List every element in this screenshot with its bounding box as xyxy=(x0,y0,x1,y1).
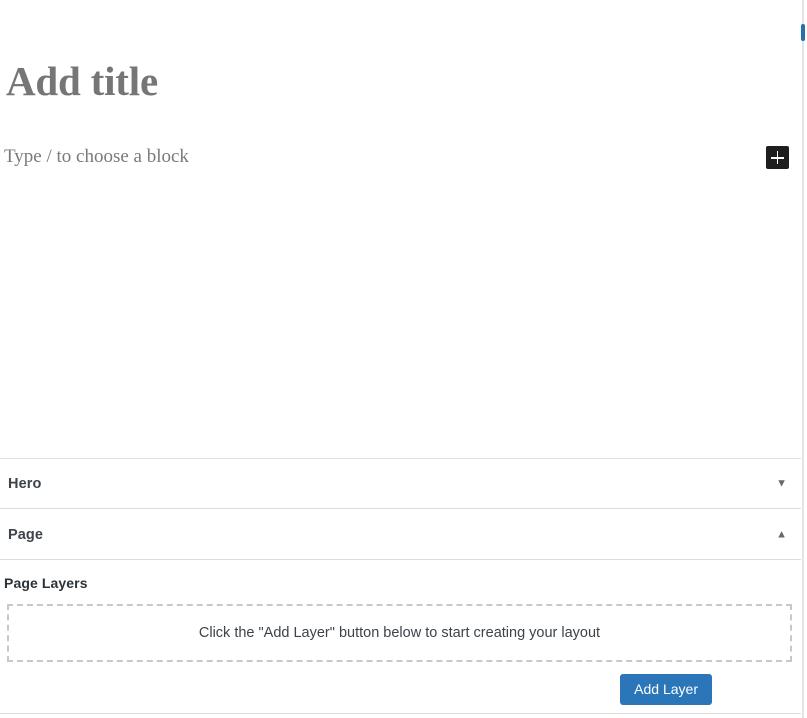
plus-icon-vertical-stroke xyxy=(776,151,779,164)
panel-hero: Hero ▼ xyxy=(0,459,801,509)
page-layers-dropzone[interactable]: Click the "Add Layer" button below to st… xyxy=(7,604,792,662)
post-title-placeholder[interactable]: Add title xyxy=(6,56,158,106)
add-block-button[interactable] xyxy=(766,146,789,169)
page-layers-empty-state-text: Click the "Add Layer" button below to st… xyxy=(198,625,601,641)
add-layer-button[interactable]: Add Layer xyxy=(620,674,712,705)
chevron-up-icon[interactable]: ▲ xyxy=(776,529,787,540)
panel-title-page: Page xyxy=(8,526,44,543)
vertical-scrollbar-track[interactable] xyxy=(802,0,804,718)
vertical-scrollbar-thumb[interactable] xyxy=(801,24,805,41)
default-block-placeholder[interactable]: Type / to choose a block xyxy=(4,145,189,169)
block-editor-canvas: Add title Type / to choose a block xyxy=(0,0,801,459)
panel-bottom-divider xyxy=(0,713,801,714)
panel-page: Page ▲ Page Layers Click the "Add Layer"… xyxy=(0,510,801,714)
chevron-down-icon[interactable]: ▼ xyxy=(776,478,787,489)
page-layers-heading: Page Layers xyxy=(4,575,88,591)
panel-header-page[interactable]: Page ▲ xyxy=(0,510,801,560)
panel-title-hero: Hero xyxy=(8,475,42,492)
panel-header-hero[interactable]: Hero ▼ xyxy=(0,459,801,509)
